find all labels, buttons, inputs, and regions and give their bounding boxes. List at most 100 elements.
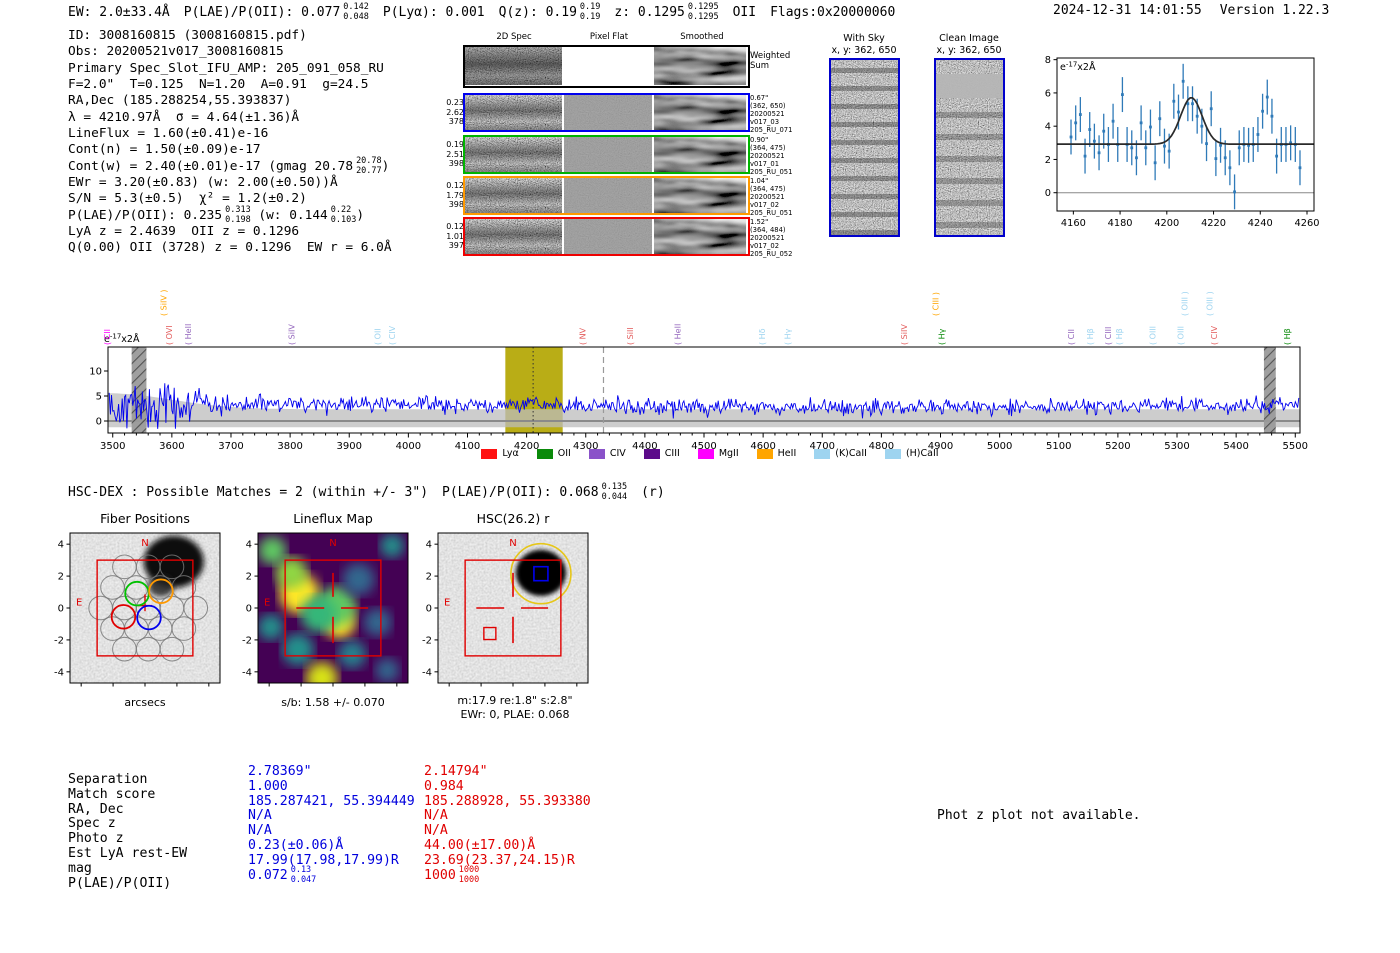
spec2d-row-left-labels: 0.12 1.01 397 bbox=[446, 222, 464, 251]
match-table-labels: Separation Match score RA, Dec Spec z Photo … bbox=[68, 772, 187, 891]
spec2d-cell-pixelflat bbox=[564, 47, 652, 85]
east-label: E bbox=[76, 598, 82, 609]
svg-text:4: 4 bbox=[246, 540, 252, 551]
fiber-xlabel: arcsecs bbox=[124, 696, 166, 709]
svg-text:5: 5 bbox=[96, 392, 102, 403]
svg-text:2: 2 bbox=[246, 572, 252, 583]
legend-item: OII bbox=[536, 448, 571, 459]
value-range-stack: 0.313 0.198 bbox=[225, 205, 251, 225]
spec2d-row: 0.12 1.01 397 1.52" (364, 484) 20200521 v017_0… bbox=[442, 217, 794, 258]
svg-text:-4: -4 bbox=[422, 667, 432, 678]
svg-text:4: 4 bbox=[574, 689, 580, 690]
spec2d-header-smoothed: Smoothed bbox=[680, 32, 724, 42]
east-label: E bbox=[444, 598, 450, 609]
spectrum-line-label: ( CIII bbox=[1104, 327, 1113, 345]
match-value: 0.23(±0.06)Å bbox=[248, 837, 344, 853]
fiber-positions-title: Fiber Positions bbox=[100, 511, 190, 526]
svg-text:2: 2 bbox=[362, 689, 368, 690]
svg-text:-4: -4 bbox=[54, 667, 64, 678]
svg-text:4: 4 bbox=[1045, 122, 1051, 133]
value-range-stack: 0.22 0.103 bbox=[330, 205, 357, 225]
spectrum-line-label: ( HeII bbox=[184, 324, 193, 345]
lineflux-caption: s/b: 1.58 +/- 0.070 bbox=[281, 696, 385, 709]
match-row-label: Spec z bbox=[68, 816, 116, 832]
spec2d-image-strip bbox=[463, 45, 750, 88]
legend-item: CIV bbox=[588, 448, 626, 459]
svg-text:-2: -2 bbox=[296, 689, 306, 690]
info-line: P(LAE)/P(OII): 0.235 0.313 0.198 (w: 0.144… bbox=[68, 205, 365, 225]
spectrum-line-label: ( SiIV ) bbox=[160, 290, 169, 316]
match-value: 1.000 bbox=[248, 778, 288, 794]
info-line: F=2.0" T=0.125 N=1.20 A=0.91 g=24.5 bbox=[68, 77, 369, 93]
spec2d-row: 0.23 2.62 378 0.67" (362, 650) 20200521 v017_0… bbox=[442, 93, 794, 134]
info-line: Cont(n) = 1.50(±0.09)e-17 bbox=[68, 142, 261, 158]
svg-text:4: 4 bbox=[394, 689, 400, 690]
svg-text:-2: -2 bbox=[476, 689, 486, 690]
header-segment: z: 0.1295 0.1295 0.1295 bbox=[614, 2, 719, 22]
spec2d-row: 0.12 1.79 398 1.04" (364, 475) 20200521 v017_0… bbox=[442, 176, 794, 218]
with-sky-image bbox=[829, 58, 900, 237]
svg-text:10: 10 bbox=[90, 367, 102, 378]
lineflux-map-title: Lineflux Map bbox=[293, 511, 373, 526]
elixer-report-page: EW: 2.0±33.4Å P(LAE)/P(OII): 0.077 0.142 0.… bbox=[0, 0, 1400, 953]
spectrum-line-label: ( Hδ bbox=[758, 328, 767, 345]
spec2d-cell-2dspec bbox=[465, 95, 562, 130]
match-row-label: P(LAE)/P(OII) bbox=[68, 875, 172, 891]
header-segment: Q(z): 0.19 0.19 0.19 bbox=[498, 2, 601, 22]
info-line: LyA z = 2.4639 OII z = 0.1296 bbox=[68, 224, 300, 240]
hsc-dex-summary: HSC-DEX : Possible Matches = 2 (within +… bbox=[68, 482, 679, 502]
spec2d-cell-pixelflat bbox=[564, 95, 652, 130]
legend-item: HeII bbox=[756, 448, 796, 459]
match-value: N/A bbox=[248, 808, 272, 824]
spec2d-row-left-labels: 0.12 1.79 398 bbox=[446, 181, 464, 210]
svg-text:4: 4 bbox=[58, 540, 64, 551]
header-summary: EW: 2.0±33.4Å P(LAE)/P(OII): 0.077 0.142 0.… bbox=[68, 2, 909, 22]
svg-text:4: 4 bbox=[426, 540, 432, 551]
svg-text:4200: 4200 bbox=[1154, 218, 1179, 229]
spec2d-cell-smoothed bbox=[654, 137, 746, 172]
legend-item: Lyα bbox=[481, 448, 519, 459]
spectrum-line-label: ( CII bbox=[103, 329, 112, 345]
value-range-stack: 0.135 0.044 bbox=[601, 482, 628, 502]
info-line: EWr = 3.20(±0.83) (w: 2.00(±0.50))Å bbox=[68, 175, 338, 191]
spec2d-image-strip bbox=[463, 217, 750, 256]
legend-swatch bbox=[536, 448, 553, 459]
match-value-plae: 1000 1000 1000 bbox=[424, 865, 480, 885]
info-line: Obs: 20200521v017_3008160815 bbox=[68, 44, 284, 60]
spec2d-cell-pixelflat bbox=[564, 137, 652, 172]
svg-text:4160: 4160 bbox=[1061, 218, 1086, 229]
match-value: N/A bbox=[248, 823, 272, 839]
hscdex-segment: (r) bbox=[641, 485, 665, 501]
svg-text:-4: -4 bbox=[76, 689, 86, 690]
spec2d-image-strip bbox=[463, 135, 750, 174]
svg-text:-4: -4 bbox=[264, 689, 274, 690]
legend-swatch bbox=[814, 448, 831, 459]
spectrum-line-label: ( SiII bbox=[626, 327, 635, 345]
spec2d-image-strip bbox=[463, 176, 750, 215]
match-column-2: 2.14794" 0.984 185.288928, 55.393380 N/A N/A… bbox=[424, 764, 591, 885]
legend-swatch bbox=[643, 448, 660, 459]
hscdex-segment: HSC-DEX : Possible Matches = 2 (within +… bbox=[68, 485, 429, 501]
spec2d-cell-smoothed bbox=[654, 219, 746, 254]
svg-text:6: 6 bbox=[1045, 88, 1051, 99]
match-column-1: 2.78369" 1.000 185.287421, 55.394449 N/A N/A… bbox=[248, 764, 415, 884]
match-row-label: RA, Dec bbox=[68, 801, 124, 817]
spectrum-line-label: ( OVI bbox=[165, 325, 174, 345]
info-line: Primary Spec_Slot_IFU_AMP: 205_091_058_R… bbox=[68, 60, 384, 76]
spec2d-row-right-labels: 1.04" (364, 475) 20200521 v017_02 205_RU_051 bbox=[750, 177, 793, 218]
match-value: 185.288928, 55.393380 bbox=[424, 793, 591, 809]
sky-panel-title: Clean Image x, y: 362, 650 bbox=[936, 33, 1002, 56]
north-label: N bbox=[141, 538, 148, 549]
info-line: ID: 3008160815 (3008160815.pdf) bbox=[68, 28, 307, 43]
spectrum-line-label: ( Hβ bbox=[1115, 328, 1124, 345]
svg-text:0: 0 bbox=[58, 604, 64, 615]
match-value: 0.984 bbox=[424, 778, 464, 794]
match-value: 2.78369" bbox=[248, 764, 312, 779]
spectrum-line-label: ( SiIV bbox=[900, 324, 909, 345]
value-range-stack: 0.1295 0.1295 bbox=[687, 2, 719, 22]
spectrum-line-label: ( Hβ bbox=[1283, 328, 1292, 345]
lineflux-map-panel: N E -4 -4 -2 -2 0 0 2 2 4 4 bbox=[242, 532, 409, 690]
hsc-title: HSC(26.2) r bbox=[476, 511, 550, 526]
match-value: N/A bbox=[424, 808, 448, 824]
value-range-stack: 20.78 20.77 bbox=[356, 156, 382, 176]
